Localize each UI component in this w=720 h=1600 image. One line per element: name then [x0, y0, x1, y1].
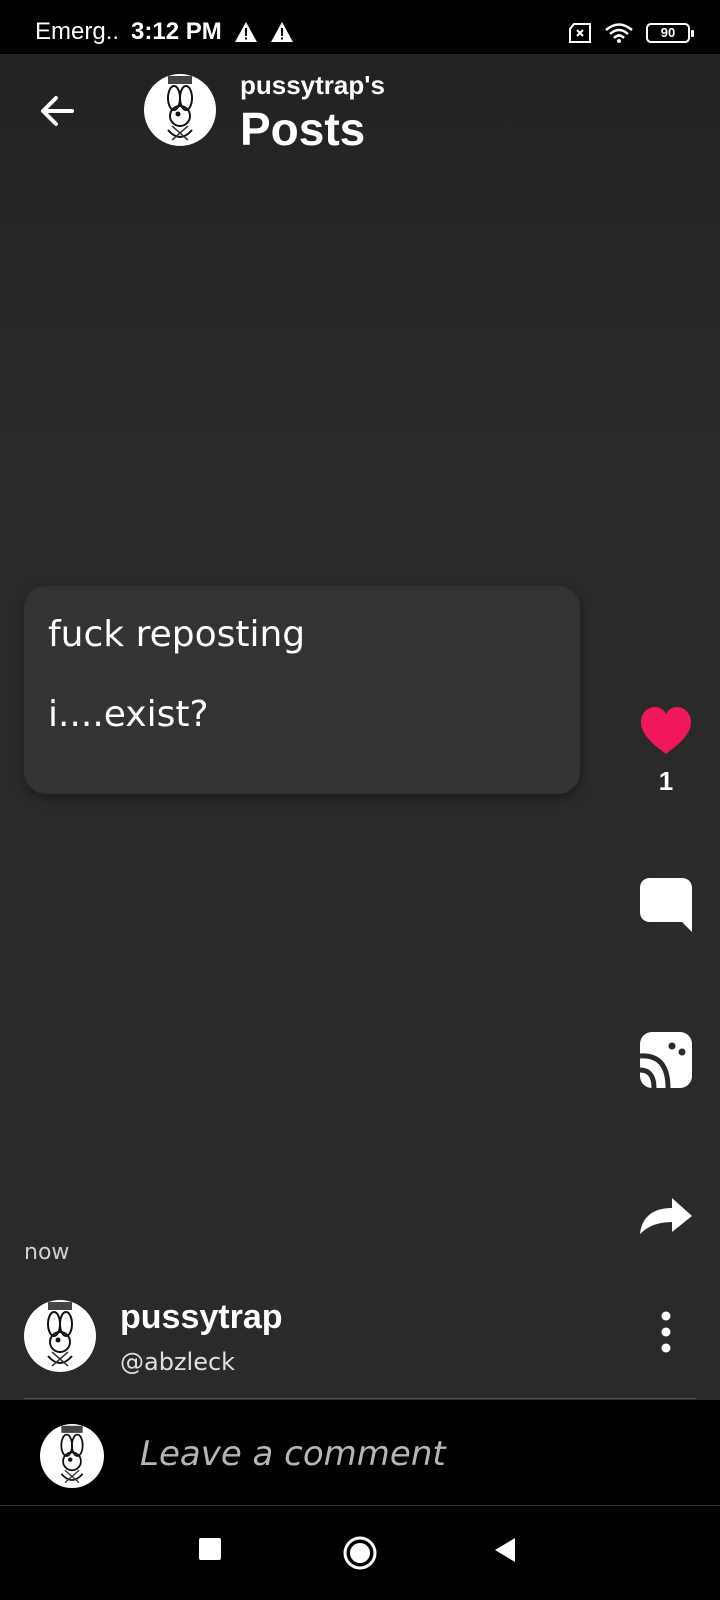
back-arrow-icon[interactable]: [36, 90, 78, 132]
header-avatar[interactable]: [144, 74, 216, 146]
status-right: 90: [556, 22, 694, 44]
like-group: 1: [638, 706, 694, 797]
page-title: Posts: [240, 103, 366, 155]
heart-icon[interactable]: [639, 706, 693, 756]
header-subtitle: pussytrap's: [240, 70, 385, 100]
warning-icon: [234, 22, 257, 42]
post-timestamp: now: [24, 1240, 70, 1265]
battery-icon: 90: [646, 23, 694, 43]
post-title: fuck reposting: [48, 614, 306, 655]
more-options-icon[interactable]: [650, 1308, 682, 1356]
comment-icon[interactable]: [638, 876, 694, 934]
status-bar: Emerg.. 3:12 PM 90: [0, 0, 720, 54]
comment-bar: [0, 1400, 720, 1506]
post-view: pussytrap's Posts fuck reposting i....ex…: [0, 54, 720, 1400]
home-icon[interactable]: [342, 1535, 378, 1571]
recents-icon[interactable]: [198, 1537, 222, 1561]
author-handle[interactable]: @abzleck: [120, 1348, 235, 1376]
user-avatar: [40, 1424, 104, 1488]
back-nav-icon[interactable]: [494, 1537, 516, 1563]
post-card[interactable]: fuck reposting i....exist?: [24, 586, 580, 794]
divider: [24, 1398, 696, 1399]
author-name[interactable]: pussytrap: [120, 1298, 283, 1337]
share-icon[interactable]: [638, 1196, 694, 1236]
repost-icon[interactable]: [638, 1030, 694, 1090]
system-nav-bar: [0, 1507, 720, 1600]
author-avatar[interactable]: [24, 1300, 96, 1372]
wifi-icon: [605, 23, 633, 43]
carrier-label: Emerg..: [35, 18, 120, 45]
avatar-drawing: [167, 76, 193, 141]
post-body: i....exist?: [48, 694, 209, 735]
avatar-drawing: [47, 1302, 73, 1367]
avatar-drawing: [60, 1425, 84, 1484]
like-count: 1: [658, 766, 674, 796]
no-sim-icon: [569, 23, 591, 43]
status-time: 3:12 PM: [131, 18, 222, 45]
warning-icon: [270, 22, 293, 42]
comment-input[interactable]: [140, 1424, 680, 1484]
status-left: Emerg.. 3:12 PM: [35, 18, 294, 46]
